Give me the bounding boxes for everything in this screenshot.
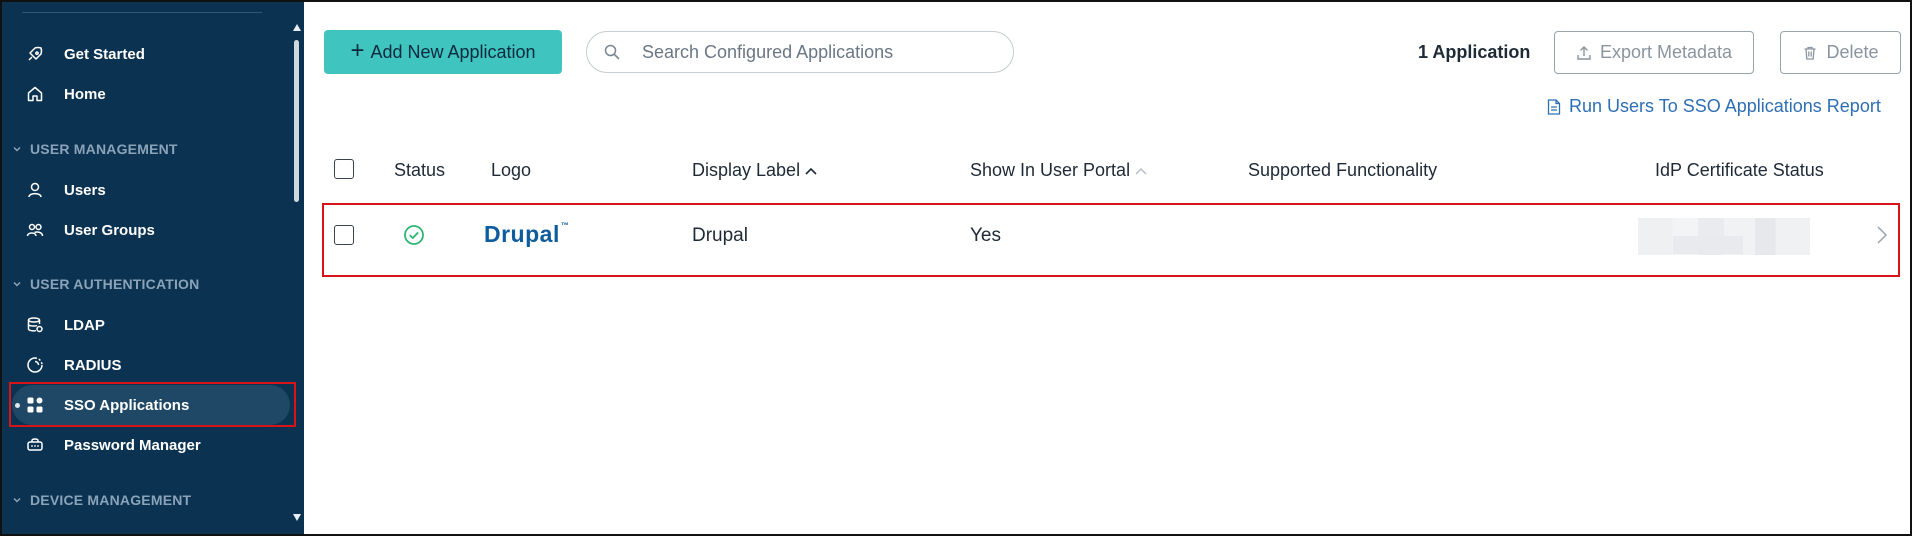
row-checkbox[interactable] — [334, 225, 354, 245]
sort-ascending-icon — [805, 167, 817, 175]
ldap-icon — [27, 317, 43, 333]
sidebar-item-label: Get Started — [64, 45, 145, 63]
apps-grid-icon — [27, 397, 43, 413]
export-metadata-button[interactable]: Export Metadata — [1554, 31, 1754, 74]
logo-trademark: ™ — [560, 221, 570, 230]
report-link-label: Run Users To SSO Applications Report — [1569, 96, 1881, 116]
logo-text: Drupal — [484, 221, 560, 247]
cell-show-in-portal: Yes — [970, 225, 1001, 246]
active-indicator — [15, 403, 20, 408]
section-label: USER AUTHENTICATION — [30, 276, 200, 292]
run-report-link[interactable]: Run Users To SSO Applications Report — [1547, 96, 1881, 117]
cell-display-label: Drupal — [692, 225, 748, 246]
plus-icon: + — [350, 36, 365, 64]
chevron-down-icon — [13, 497, 21, 503]
section-label: DEVICE MANAGEMENT — [30, 492, 192, 508]
sidebar-item-home[interactable]: Home — [12, 74, 290, 114]
header-label: Status — [394, 160, 446, 180]
sidebar-item-label: User Groups — [64, 221, 155, 239]
sidebar-divider — [22, 12, 262, 13]
section-label: USER MANAGEMENT — [30, 141, 178, 157]
delete-label: Delete — [1826, 42, 1879, 62]
drupal-logo: Drupal™ — [484, 221, 569, 248]
app-window: Get Started Home USER MANAGEMENT Users U… — [0, 0, 1912, 536]
search-input[interactable] — [642, 40, 1002, 64]
document-icon — [1547, 98, 1561, 115]
chevron-down-icon — [13, 281, 21, 287]
column-header-status: Status — [394, 160, 445, 181]
sidebar-item-label: LDAP — [64, 316, 105, 334]
section-user-management[interactable]: USER MANAGEMENT — [12, 141, 178, 157]
main-content: + Add New Application 1 Application Expo… — [304, 2, 1910, 534]
header-label: Logo — [491, 160, 532, 180]
add-new-application-button[interactable]: + Add New Application — [324, 30, 562, 74]
trash-icon — [1804, 46, 1816, 60]
sidebar: Get Started Home USER MANAGEMENT Users U… — [2, 2, 304, 534]
home-icon — [27, 86, 43, 102]
user-group-icon — [26, 223, 44, 237]
cell-idp-certificate-status-redacted — [1638, 218, 1810, 255]
sidebar-item-label: SSO Applications — [64, 396, 190, 414]
header-label: Display Label — [692, 160, 801, 180]
add-button-label: Add New Application — [370, 41, 536, 62]
sidebar-item-password-manager[interactable]: Password Manager — [12, 425, 290, 465]
column-header-supported-functionality: Supported Functionality — [1248, 160, 1437, 181]
status-active-icon — [404, 225, 424, 245]
sidebar-item-get-started[interactable]: Get Started — [12, 34, 290, 74]
column-header-logo: Logo — [491, 160, 531, 181]
chevron-right-icon[interactable] — [1876, 225, 1888, 245]
sidebar-item-radius[interactable]: RADIUS — [12, 345, 290, 385]
delete-button[interactable]: Delete — [1780, 31, 1901, 74]
sidebar-item-user-groups[interactable]: User Groups — [12, 210, 290, 250]
sidebar-item-ldap[interactable]: LDAP — [12, 305, 290, 345]
column-header-display-label[interactable]: Display Label — [692, 160, 818, 181]
rocket-icon — [28, 46, 43, 61]
sidebar-item-label: Password Manager — [64, 436, 201, 454]
sidebar-item-sso-applications[interactable]: SSO Applications — [12, 385, 290, 425]
scroll-up-arrow[interactable] — [293, 24, 301, 31]
chevron-down-icon — [13, 146, 21, 152]
header-label: Supported Functionality — [1248, 160, 1438, 180]
export-label: Export Metadata — [1599, 42, 1733, 62]
sort-icon — [1135, 167, 1147, 174]
password-manager-icon — [27, 438, 43, 451]
search-box — [586, 31, 1014, 73]
user-icon — [28, 182, 42, 198]
sidebar-item-label: RADIUS — [64, 356, 122, 374]
section-device-management[interactable]: DEVICE MANAGEMENT — [12, 492, 191, 508]
select-all-checkbox[interactable] — [334, 159, 354, 179]
section-user-authentication[interactable]: USER AUTHENTICATION — [12, 276, 199, 292]
sidebar-item-label: Home — [64, 85, 106, 103]
search-icon — [604, 44, 620, 60]
upload-icon — [1577, 45, 1591, 60]
header-label: Show In User Portal — [970, 160, 1131, 180]
sidebar-scrollbar-thumb[interactable] — [294, 40, 299, 202]
scroll-down-arrow[interactable] — [293, 514, 301, 521]
application-count: 1 Application — [1418, 42, 1531, 62]
column-header-show-in-user-portal[interactable]: Show In User Portal — [970, 160, 1148, 181]
sidebar-item-label: Users — [64, 181, 106, 199]
header-label: IdP Certificate Status — [1655, 160, 1824, 180]
column-header-idp-certificate-status: IdP Certificate Status — [1655, 160, 1824, 181]
radius-icon — [27, 357, 43, 373]
sidebar-item-users[interactable]: Users — [12, 170, 290, 210]
